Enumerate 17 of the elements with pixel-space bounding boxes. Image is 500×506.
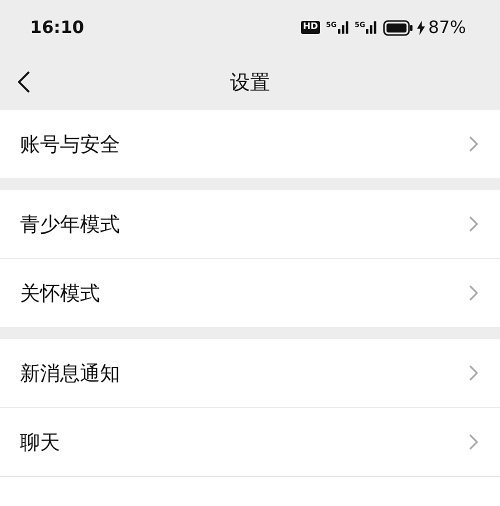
- battery-percent: 87%: [428, 18, 466, 38]
- signal-icon: [338, 21, 349, 34]
- settings-item[interactable]: 账号与安全: [0, 110, 500, 178]
- chevron-right-icon: [469, 434, 478, 450]
- status-time: 16:10: [30, 18, 84, 38]
- settings-item[interactable]: 青少年模式: [0, 190, 500, 259]
- settings-item[interactable]: 关怀模式: [0, 259, 500, 327]
- battery-icon: [383, 20, 414, 36]
- hd-badge: HD: [300, 21, 320, 34]
- page-title: 设置: [230, 69, 270, 96]
- back-icon[interactable]: [18, 71, 30, 93]
- chevron-right-icon: [469, 285, 478, 301]
- signal-icon: [366, 21, 378, 34]
- chevron-right-icon: [469, 365, 478, 381]
- chevron-right-icon: [469, 136, 478, 152]
- settings-item[interactable]: 新消息通知: [0, 339, 500, 408]
- chevron-right-icon: [469, 216, 478, 232]
